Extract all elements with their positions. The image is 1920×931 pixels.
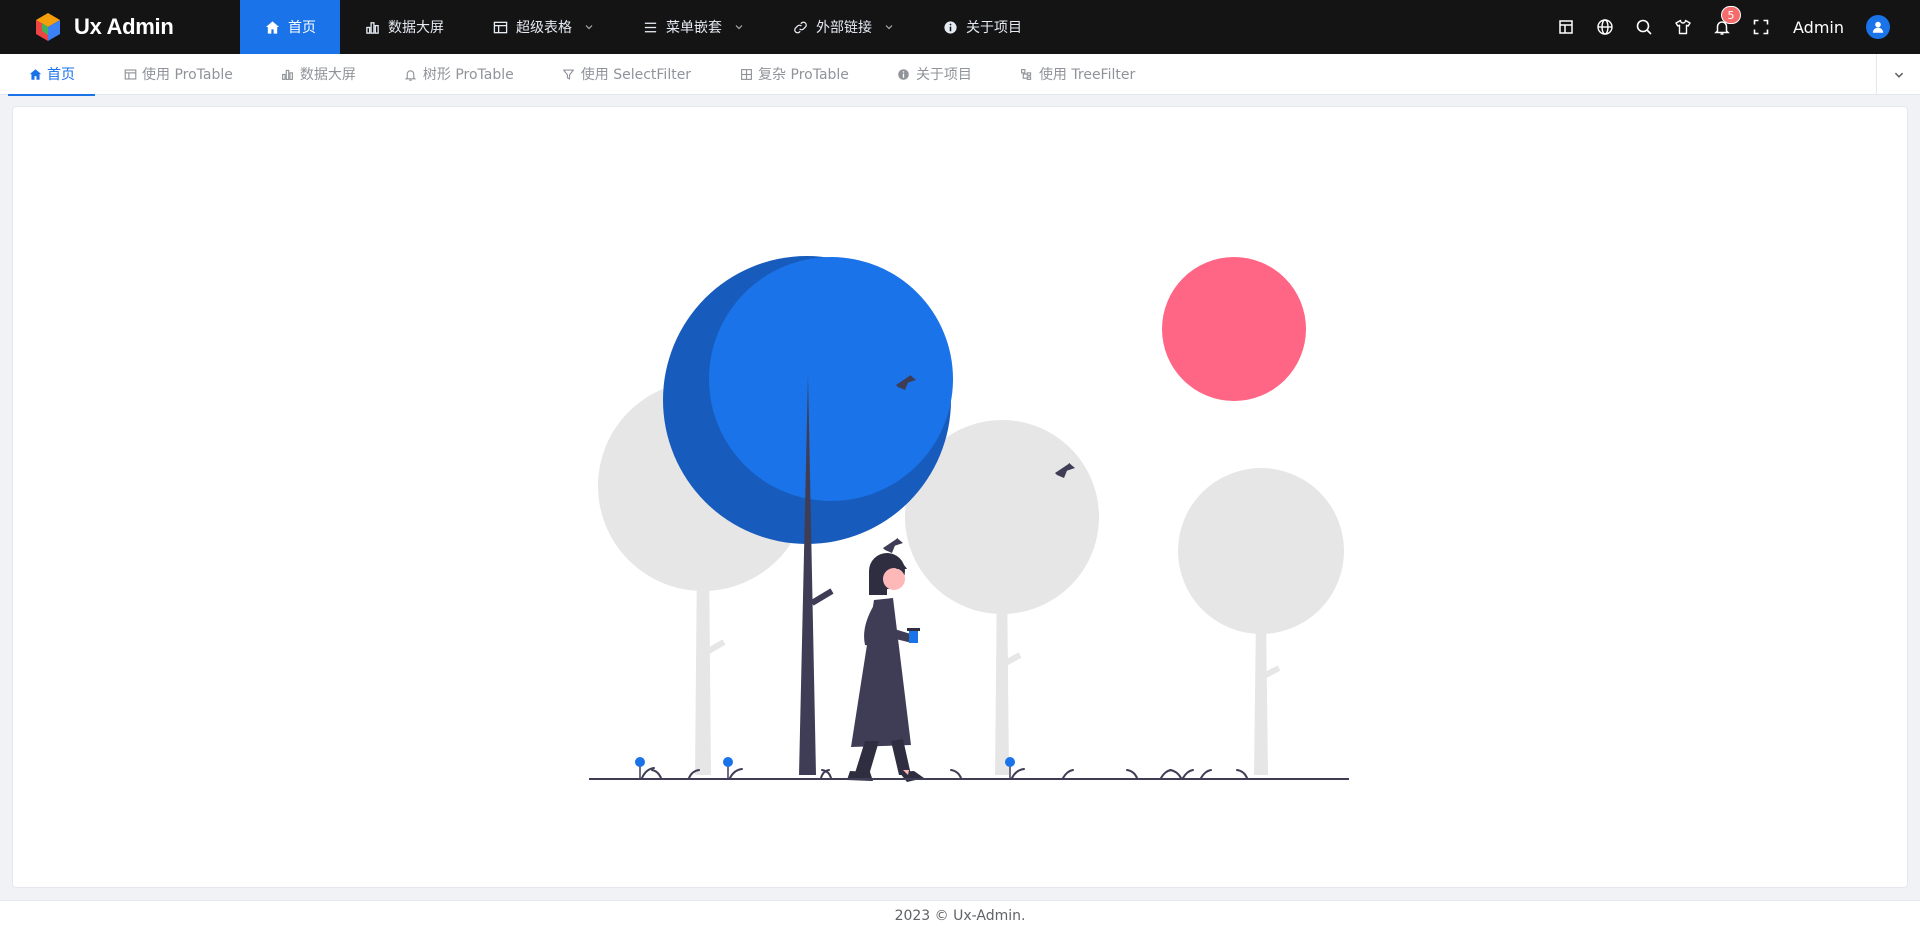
tab-label: 复杂 ProTable (758, 67, 849, 83)
globe-icon[interactable] (1595, 17, 1615, 37)
tab-label: 关于项目 (915, 67, 972, 83)
tab-label: 树形 ProTable (422, 67, 514, 83)
link-icon (792, 19, 808, 35)
table-icon (492, 19, 508, 35)
tab-label: 首页 (47, 67, 75, 83)
menu-item-label: 关于项目 (966, 20, 1022, 36)
chart-icon (364, 19, 380, 35)
gray-tree-left-trunk (695, 557, 711, 775)
chevron-down-icon (1894, 72, 1903, 78)
top-header: Ux Admin 首页 数据大屏 超级表格 菜单嵌套 外部链接 关于项目 5 A… (0, 0, 1920, 54)
menu-item-home[interactable]: 首页 (240, 0, 340, 54)
grass (641, 767, 1248, 779)
gray-tree-right-trunk (1254, 615, 1268, 775)
logo[interactable]: Ux Admin (0, 0, 240, 54)
flower (1005, 757, 1015, 767)
menu-item-external-link[interactable]: 外部链接 (768, 0, 918, 54)
blue-tree-crown (709, 257, 953, 501)
chevron-down-icon (734, 22, 744, 32)
flower (723, 757, 733, 767)
tree-icon (1020, 67, 1034, 81)
info-icon (897, 67, 911, 81)
search-icon[interactable] (1634, 17, 1654, 37)
bell-icon[interactable]: 5 (1712, 6, 1741, 37)
menu-item-super-table[interactable]: 超级表格 (468, 0, 618, 54)
avatar[interactable] (1866, 15, 1890, 39)
menu-item-label: 超级表格 (516, 20, 572, 36)
footer: 2023 © Ux-Admin. (0, 900, 1920, 931)
menu-item-label: 首页 (288, 20, 316, 36)
app-title: Ux Admin (74, 14, 174, 39)
menu-item-data-screen[interactable]: 数据大屏 (340, 0, 468, 54)
tab-tree-filter[interactable]: 使用 TreeFilter (1000, 54, 1155, 95)
main-content (12, 106, 1908, 888)
tab-label: 使用 SelectFilter (580, 67, 692, 83)
menu-item-nested-menu[interactable]: 菜单嵌套 (618, 0, 768, 54)
chevron-down-icon (884, 22, 894, 32)
top-menu: 首页 数据大屏 超级表格 菜单嵌套 外部链接 关于项目 (240, 0, 1046, 54)
grid-icon (739, 67, 753, 81)
tab-use-protable[interactable]: 使用 ProTable (103, 54, 253, 95)
tab-label: 使用 ProTable (142, 67, 233, 83)
theme-shirt-icon[interactable] (1673, 17, 1693, 37)
info-icon (942, 19, 958, 35)
chart-icon (281, 67, 295, 81)
filter-icon (562, 67, 576, 81)
gray-tree-right-crown (1178, 468, 1344, 634)
tab-label: 使用 TreeFilter (1038, 67, 1136, 83)
bird (883, 538, 898, 553)
layout-icon[interactable] (1556, 17, 1576, 37)
username[interactable]: Admin (1793, 18, 1844, 37)
fullscreen-icon[interactable] (1751, 17, 1771, 37)
tab-label: 数据大屏 (299, 67, 356, 83)
tab-home[interactable]: 首页 (8, 54, 95, 96)
menu-item-label: 外部链接 (816, 20, 872, 36)
menu-item-about[interactable]: 关于项目 (918, 0, 1046, 54)
header-toolbar: 5 Admin (1537, 0, 1920, 54)
tab-about[interactable]: 关于项目 (877, 54, 992, 95)
welcome-illustration (589, 256, 1349, 782)
user-icon (1872, 21, 1884, 33)
table-icon (123, 67, 137, 81)
home-icon (264, 19, 280, 35)
home-icon (28, 67, 42, 81)
chevron-down-icon (584, 22, 594, 32)
tabs-bar: 首页 使用 ProTable 数据大屏 树形 ProTable 使用 Selec… (0, 54, 1920, 96)
gray-tree-middle-trunk (995, 575, 1009, 775)
tab-complex-protable[interactable]: 复杂 ProTable (719, 54, 869, 95)
tab-tree-protable[interactable]: 树形 ProTable (384, 54, 534, 95)
tab-data-screen[interactable]: 数据大屏 (261, 54, 376, 95)
sun (1162, 257, 1306, 401)
tabs-more-dropdown[interactable] (1876, 54, 1920, 95)
notification-badge: 5 (1721, 6, 1741, 24)
tab-select-filter[interactable]: 使用 SelectFilter (542, 54, 711, 95)
tree-bell-icon (404, 67, 418, 81)
flower (635, 757, 645, 767)
copyright-text: 2023 © Ux-Admin. (894, 908, 1026, 924)
logo-icon (36, 13, 60, 41)
menu-item-label: 数据大屏 (388, 20, 444, 36)
walking-woman (847, 553, 924, 782)
menu-item-label: 菜单嵌套 (666, 20, 722, 36)
list-icon (642, 19, 658, 35)
